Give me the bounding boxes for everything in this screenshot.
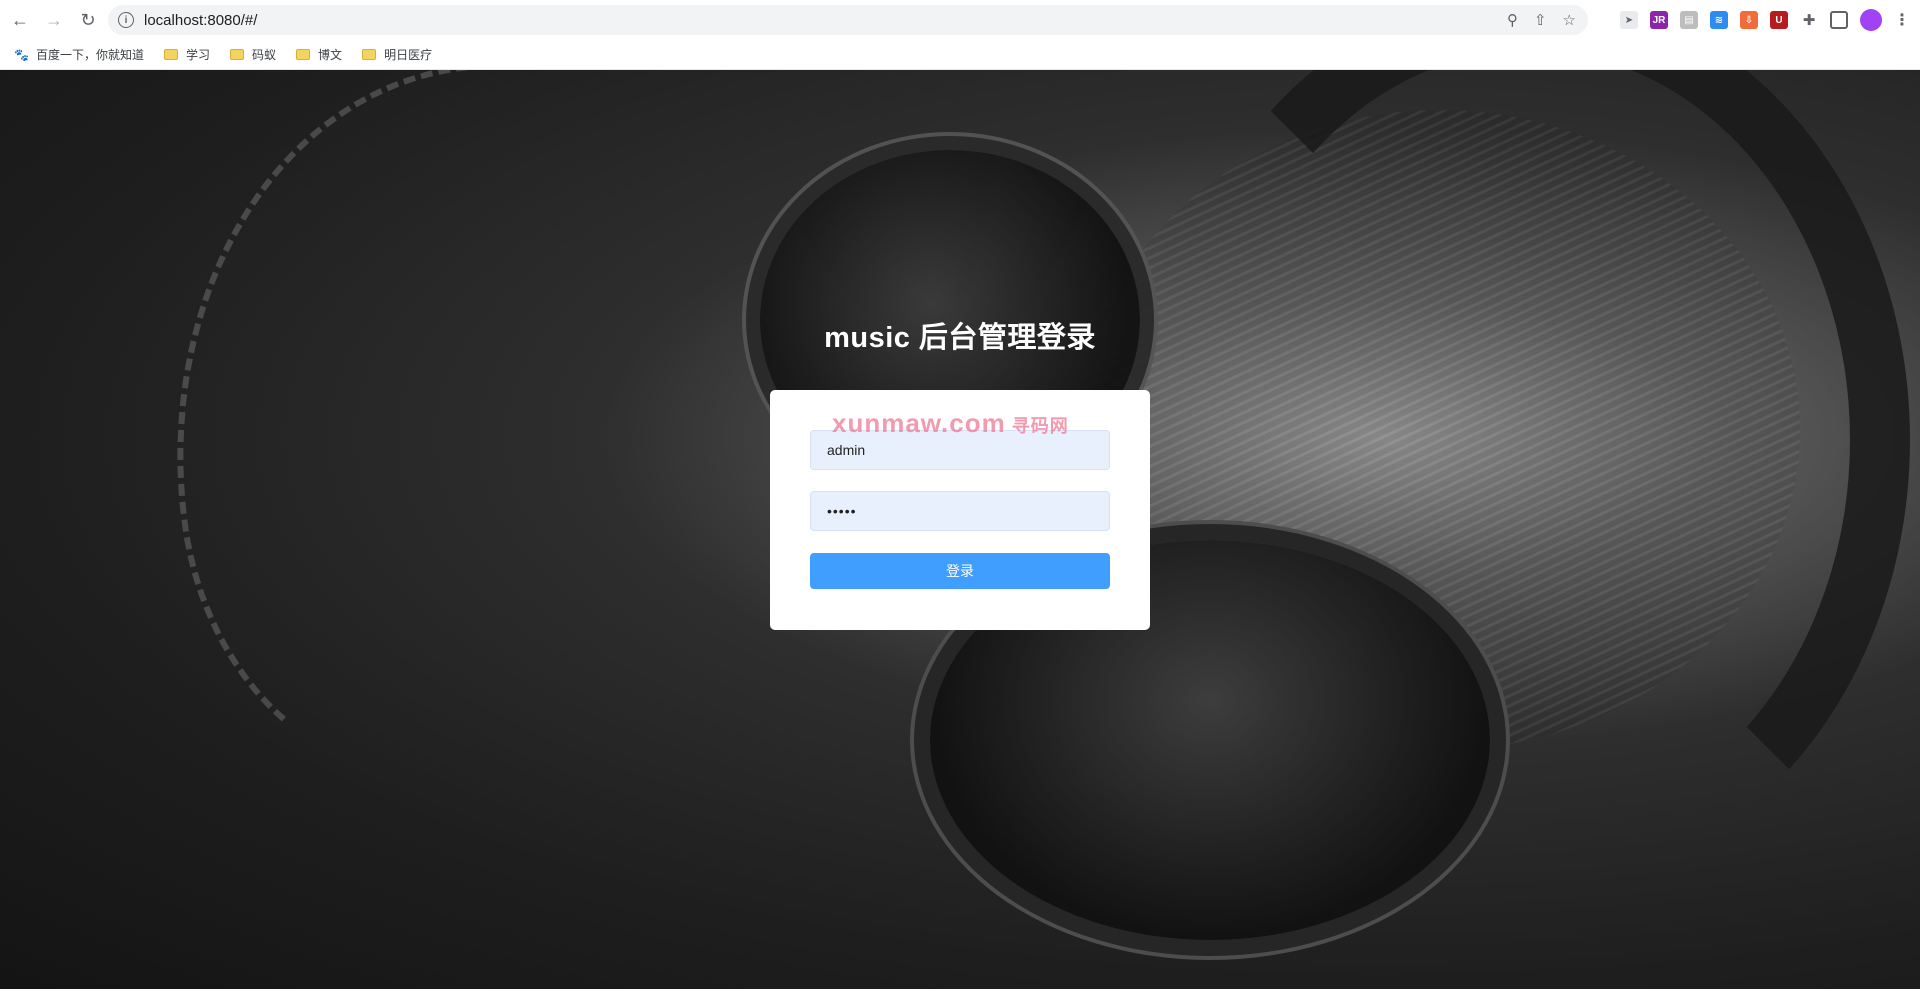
key-icon[interactable]: ⚲ bbox=[1507, 11, 1518, 29]
puzzle-extensions-icon[interactable]: ✚ bbox=[1800, 11, 1818, 29]
page-title: music 后台管理登录 bbox=[824, 322, 1096, 354]
reload-icon[interactable]: ↻ bbox=[74, 6, 102, 34]
folder-icon bbox=[164, 49, 179, 60]
bookmark-baidu[interactable]: 🐾 百度一下，你就知道 bbox=[14, 46, 144, 63]
login-button[interactable]: 登录 bbox=[810, 553, 1110, 589]
back-arrow-icon[interactable]: ← bbox=[6, 6, 34, 34]
baidu-paw-icon: 🐾 bbox=[14, 47, 29, 62]
profile-avatar[interactable] bbox=[1860, 9, 1882, 31]
window-extension-icon[interactable]: ▤ bbox=[1680, 11, 1698, 29]
bookmark-folder-mingri[interactable]: 明日医疗 bbox=[362, 46, 432, 63]
site-info-icon[interactable]: i bbox=[118, 12, 134, 28]
browser-toolbar: ← → ↻ i localhost:8080/#/ ⚲ ⇧ ☆ ➤ JR ▤ ≋… bbox=[0, 0, 1920, 40]
layers-extension-icon[interactable]: ≋ bbox=[1710, 11, 1728, 29]
bookmark-label: 百度一下，你就知道 bbox=[36, 48, 145, 62]
star-icon[interactable]: ☆ bbox=[1563, 11, 1576, 29]
address-bar[interactable]: i localhost:8080/#/ ⚲ ⇧ ☆ bbox=[108, 5, 1588, 35]
ublock-extension-icon[interactable]: U bbox=[1770, 11, 1788, 29]
watermark: xunmaw.com 寻码网 bbox=[832, 408, 1069, 439]
download-extension-icon[interactable]: ⇩ bbox=[1740, 11, 1758, 29]
background-headphone-cord bbox=[124, 70, 776, 806]
extensions-bar: ➤ JR ▤ ≋ ⇩ U ✚ ⋮ bbox=[1620, 6, 1910, 34]
bookmark-label: 博文 bbox=[318, 48, 343, 62]
forward-arrow-icon[interactable]: → bbox=[40, 6, 68, 34]
bookmarks-bar: 🐾 百度一下，你就知道 学习 码蚁 博文 明日医疗 bbox=[0, 40, 1920, 70]
folder-icon bbox=[296, 49, 311, 60]
browser-menu-icon[interactable]: ⋮ bbox=[1894, 10, 1910, 30]
login-page: music 后台管理登录 admin ••••• 登录 bbox=[0, 70, 1920, 989]
folder-icon bbox=[362, 49, 377, 60]
watermark-text: xunmaw.com bbox=[832, 408, 1006, 438]
cursor-extension-icon[interactable]: ➤ bbox=[1620, 11, 1638, 29]
bookmark-label: 学习 bbox=[186, 48, 211, 62]
folder-icon bbox=[230, 49, 245, 60]
side-panel-icon[interactable] bbox=[1830, 11, 1848, 29]
url-text[interactable]: localhost:8080/#/ bbox=[144, 12, 257, 29]
bookmark-label: 明日医疗 bbox=[384, 48, 433, 62]
bookmark-label: 码蚁 bbox=[252, 48, 277, 62]
jrp-extension-icon[interactable]: JR bbox=[1650, 11, 1668, 29]
share-icon[interactable]: ⇧ bbox=[1534, 11, 1547, 29]
watermark-cn-text: 寻码网 bbox=[1011, 416, 1069, 436]
bookmark-folder-mayi[interactable]: 码蚁 bbox=[230, 46, 276, 63]
bookmark-folder-bowen[interactable]: 博文 bbox=[296, 46, 342, 63]
bookmark-folder-study[interactable]: 学习 bbox=[164, 46, 210, 63]
password-input[interactable]: ••••• bbox=[810, 491, 1110, 531]
